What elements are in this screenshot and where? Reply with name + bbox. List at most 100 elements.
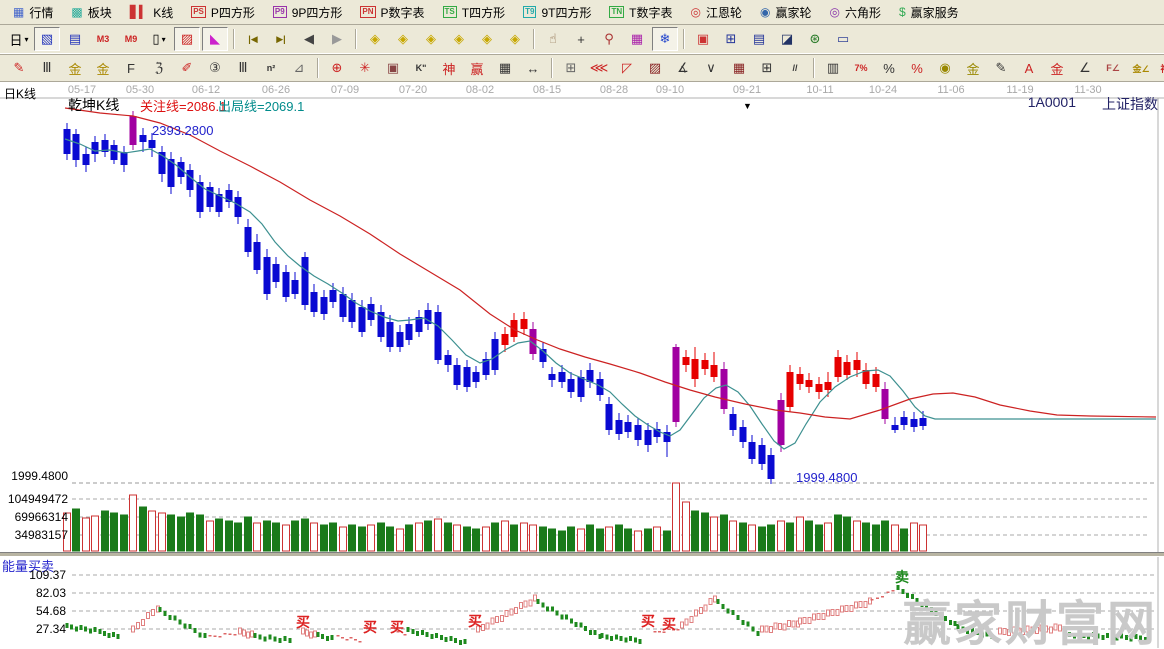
hash2-tool[interactable]: Ⅲ xyxy=(230,56,256,80)
spiral-tool[interactable]: ℨ xyxy=(146,56,172,80)
menu-kline[interactable]: ▋▍ K线 xyxy=(121,0,182,24)
energy-mark-up xyxy=(830,609,835,617)
candle-body xyxy=(710,365,718,377)
diamond-right-button[interactable]: ◈ xyxy=(390,27,416,51)
magnifier-button[interactable]: ⚲ xyxy=(596,27,622,51)
grid123-tool[interactable]: ▦ xyxy=(492,56,518,80)
energy-mark-flat xyxy=(676,629,680,631)
width-arrows-tool[interactable]: ↔ xyxy=(520,56,546,80)
goto-start-button[interactable]: |◀ xyxy=(240,27,266,51)
menu-p-digit-table[interactable]: PN P数字表 xyxy=(351,0,433,24)
step-back-button[interactable]: ◀ xyxy=(296,27,322,51)
remote-pc-button[interactable]: ▭ xyxy=(830,27,856,51)
calendar-button[interactable]: ▣ xyxy=(690,27,716,51)
diamond-updown-button[interactable]: ◈ xyxy=(502,27,528,51)
volume-bar xyxy=(605,526,613,552)
n2-lines-tool[interactable]: n² xyxy=(258,56,284,80)
diamond-compress-button[interactable]: ◈ xyxy=(446,27,472,51)
period-select-button[interactable]: 日 ▾ xyxy=(6,27,32,51)
pattern3-button[interactable]: M3 xyxy=(90,27,116,51)
menu-hexagon[interactable]: ◎ 六角形 xyxy=(820,0,890,24)
circle-cross-tool[interactable]: ⊕ xyxy=(324,56,350,80)
gold-bars-tool[interactable]: 金 xyxy=(960,56,986,80)
shen-angle-tool[interactable]: 神∠ xyxy=(1156,56,1164,80)
menu-winner-service[interactable]: $ 赢家服务 xyxy=(890,0,968,24)
candle-style-button[interactable]: ▯ ▾ xyxy=(146,27,172,51)
volume-bar xyxy=(424,520,432,552)
k-quote-tool[interactable]: Kʺ xyxy=(408,56,434,80)
gold-lines1-tool[interactable]: 金 xyxy=(62,56,88,80)
grid-a-tool[interactable]: ▦ xyxy=(726,56,752,80)
angle-lines-tool[interactable]: ∡ xyxy=(670,56,696,80)
menu-winner-wheel[interactable]: ◉ 赢家轮 xyxy=(751,0,821,24)
v-lines-tool[interactable]: ∨ xyxy=(698,56,724,80)
pane-divider[interactable] xyxy=(0,552,1164,557)
candle-body xyxy=(139,135,147,142)
pencil-1a-tool[interactable]: ✎ xyxy=(988,56,1014,80)
energy-mark-up xyxy=(698,607,703,615)
ying-tool[interactable]: 赢 xyxy=(464,56,490,80)
goto-end-button[interactable]: ▶| xyxy=(268,27,294,51)
volume-bar xyxy=(900,528,908,552)
menu-9p-square[interactable]: P9 9P四方形 xyxy=(264,0,351,24)
pattern-window-button[interactable]: ▦ xyxy=(624,27,650,51)
spiral-box-tool[interactable]: ▣ xyxy=(380,56,406,80)
angle-tool[interactable]: ∠ xyxy=(1072,56,1098,80)
pencil-tool[interactable]: ✎ xyxy=(6,56,32,80)
crosshair-button[interactable]: + xyxy=(568,27,594,51)
info-panel-button[interactable]: ▤ xyxy=(62,27,88,51)
candle-body xyxy=(558,372,566,382)
chart-area[interactable]: 买买买买买买卖 05-17 05-30 06-12 06-26 07-09 07-20 08… xyxy=(0,82,1164,649)
pct7-tool[interactable]: 7% xyxy=(848,56,874,80)
menu-t-digit-table[interactable]: TN T数字表 xyxy=(600,0,681,24)
fan-box-tool[interactable]: ◸ xyxy=(614,56,640,80)
column-chart-tool[interactable]: ▥ xyxy=(820,56,846,80)
save-button[interactable]: ◪ xyxy=(774,27,800,51)
gold-lines2-tool[interactable]: 金 xyxy=(90,56,116,80)
gold-red-tool[interactable]: 金 xyxy=(1044,56,1070,80)
notepad-button[interactable]: ▤ xyxy=(746,27,772,51)
net-share-button[interactable]: ⊛ xyxy=(802,27,828,51)
grid-b-tool[interactable]: ⊞ xyxy=(754,56,780,80)
diag-lines-tool[interactable]: // xyxy=(782,56,808,80)
wedge-tool[interactable]: ⊿ xyxy=(286,56,312,80)
calculator-button[interactable]: ⊞ xyxy=(718,27,744,51)
step-forward-button[interactable]: ▶ xyxy=(324,27,350,51)
menu-gann-wheel[interactable]: ◎ 江恩轮 xyxy=(681,0,751,24)
hash-lines-tool[interactable]: Ⅲ xyxy=(34,56,60,80)
pct-tool[interactable]: % xyxy=(876,56,902,80)
menu-p-square[interactable]: PS P四方形 xyxy=(182,0,264,24)
drag-hand-button[interactable]: ☝ xyxy=(540,27,566,51)
fan-lines-tool[interactable]: ⋘ xyxy=(586,56,612,80)
menu-9t-square[interactable]: T9 9T四方形 xyxy=(514,0,600,24)
curve-window-button[interactable]: ▧ xyxy=(34,27,60,51)
menu-quotes[interactable]: ▦ 行情 xyxy=(4,0,62,24)
candle-body xyxy=(463,367,471,387)
pattern9-button[interactable]: M9 xyxy=(118,27,144,51)
a-red-tool[interactable]: A xyxy=(1016,56,1042,80)
gann-frame-button[interactable]: ▨ xyxy=(174,27,200,51)
diamond-all-button[interactable]: ◈ xyxy=(474,27,500,51)
diamond-left-button[interactable]: ◈ xyxy=(362,27,388,51)
fan-square-tool[interactable]: ▨ xyxy=(642,56,668,80)
circle3-tool[interactable]: ③ xyxy=(202,56,228,80)
energy-mark-flat xyxy=(881,596,884,598)
menu-sectors[interactable]: ▩ 板块 xyxy=(62,0,120,24)
menu-t-square[interactable]: TS T四方形 xyxy=(434,0,515,24)
star-tool[interactable]: ✳ xyxy=(352,56,378,80)
volume-bar xyxy=(244,516,252,552)
gold-circle-tool[interactable]: ◉ xyxy=(932,56,958,80)
candle-body xyxy=(120,152,128,165)
f-lines-tool[interactable]: F xyxy=(118,56,144,80)
gold-angle-tool[interactable]: 金∠ xyxy=(1128,56,1154,80)
shen-tool[interactable]: 神 xyxy=(436,56,462,80)
box-tool[interactable]: ⊞ xyxy=(558,56,584,80)
diamond-expand-button[interactable]: ◈ xyxy=(418,27,444,51)
kline-chart-canvas[interactable]: 买买买买买买卖 xyxy=(0,82,1164,649)
pct-line-tool[interactable]: % xyxy=(904,56,930,80)
f-angle-tool[interactable]: F∠ xyxy=(1100,56,1126,80)
energy-mark-up xyxy=(146,612,150,620)
color-profile-button[interactable]: ◣ xyxy=(202,27,228,51)
brain-map-button[interactable]: ❄ xyxy=(652,27,678,51)
brush-tool[interactable]: ✐ xyxy=(174,56,200,80)
